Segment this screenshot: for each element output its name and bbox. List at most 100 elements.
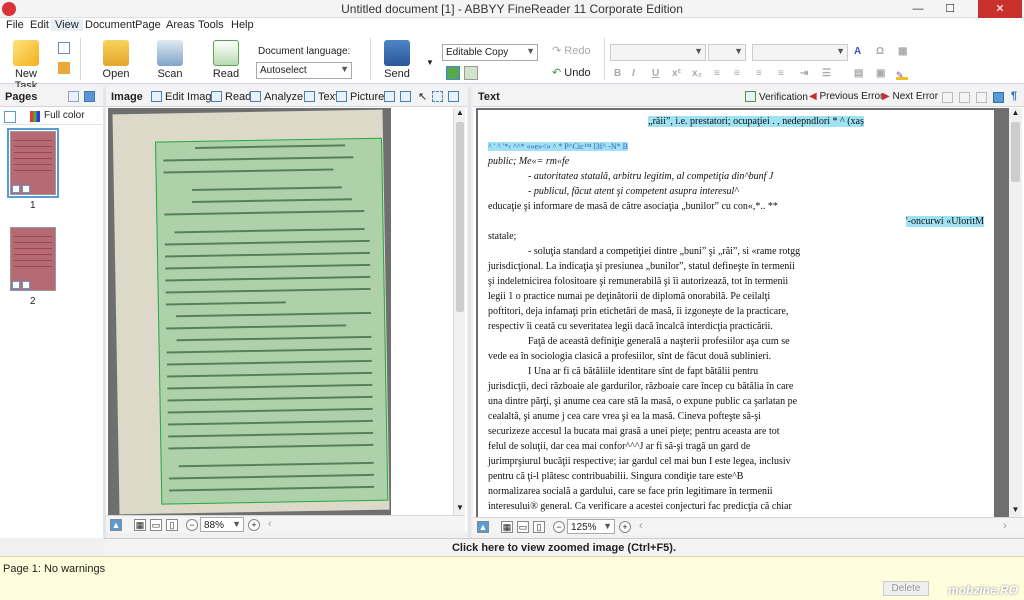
menu-page[interactable]: Page <box>131 19 165 31</box>
menu-help[interactable]: Help <box>227 19 258 31</box>
align-left-icon[interactable]: ≡ <box>714 68 720 79</box>
fit-area-icon[interactable] <box>448 91 459 102</box>
table-area-icon[interactable] <box>384 91 395 102</box>
menu-view[interactable]: View <box>51 19 83 31</box>
italic-icon[interactable]: I <box>632 68 635 79</box>
picture-area-button[interactable]: Picture <box>336 91 384 103</box>
recognized-text-page[interactable]: „răii”, i.e. prestatori; ocupaţiei . , n… <box>478 110 994 517</box>
save-format-select[interactable]: Editable Copy ▼ <box>442 44 538 61</box>
table-icon[interactable]: ▤ <box>854 68 863 79</box>
list-icon[interactable]: ☰ <box>822 68 831 79</box>
highlight-icon[interactable]: ✎ <box>896 70 908 80</box>
style-select[interactable]: ▼ <box>752 44 848 61</box>
minimize-button[interactable]: — <box>904 0 932 18</box>
menu-tools[interactable]: Tools <box>194 19 228 31</box>
pointer-icon[interactable]: ↖ <box>418 90 427 103</box>
indent-icon[interactable]: ⇥ <box>800 68 808 79</box>
analyze-button[interactable]: Analyze <box>250 91 303 103</box>
page-thumbnail-2[interactable] <box>10 227 56 291</box>
pilcrow-icon[interactable]: ¶ <box>1011 90 1017 102</box>
scroll-down-icon[interactable]: ▼ <box>1010 505 1021 517</box>
nav-up-icon[interactable]: ▲ <box>477 521 489 533</box>
justify-icon[interactable]: ≡ <box>778 68 784 79</box>
align-right-icon[interactable]: ≡ <box>756 68 762 79</box>
image-zoom-select[interactable]: 88% ▼ <box>200 517 244 532</box>
scroll-up-icon[interactable]: ▲ <box>455 108 465 120</box>
bold-icon[interactable]: B <box>614 68 621 79</box>
align-center-icon[interactable]: ≡ <box>734 68 740 79</box>
text-editor-view[interactable]: „răii”, i.e. prestatori; ocupaţiei . , n… <box>476 108 1009 517</box>
open-button[interactable]: Open <box>98 40 134 80</box>
fit-page-icon[interactable]: ▦ <box>501 521 513 533</box>
new-window-icon[interactable] <box>58 42 70 54</box>
zoomed-image-bar[interactable]: Click here to view zoomed image (Ctrl+F5… <box>104 538 1024 556</box>
layout-mode-2-icon[interactable] <box>464 66 478 80</box>
font-size-select[interactable]: ▼ <box>708 44 746 61</box>
barcode-area-icon[interactable] <box>400 91 411 102</box>
subscript-icon[interactable]: x₂ <box>692 68 702 79</box>
paste-icon[interactable] <box>976 92 987 103</box>
send-dropdown-icon[interactable]: ▼ <box>426 58 434 67</box>
scrollbar-thumb[interactable] <box>1011 122 1020 182</box>
insert-picture-icon[interactable]: ▦ <box>898 46 907 57</box>
close-button[interactable]: ✕ <box>978 0 1022 18</box>
zoom-out-icon[interactable]: − <box>553 521 565 533</box>
borders-icon[interactable]: ▣ <box>876 68 885 79</box>
fit-width-icon[interactable]: ▭ <box>150 519 162 531</box>
layout-mode-1-icon[interactable] <box>446 66 460 80</box>
image-canvas[interactable] <box>108 108 391 515</box>
verification-button[interactable]: Verification <box>745 91 808 103</box>
select-area-icon[interactable] <box>432 91 443 102</box>
text-area-button[interactable]: Text <box>304 91 338 103</box>
actual-size-icon[interactable]: ▯ <box>166 519 178 531</box>
text-scrollbar[interactable]: ▲ ▼ <box>1009 108 1022 517</box>
superscript-icon[interactable]: x² <box>672 68 681 79</box>
font-color-icon[interactable]: A <box>854 46 861 57</box>
new-task-button[interactable]: New Task <box>4 40 48 92</box>
scan-button[interactable]: Scan <box>152 40 188 80</box>
panel-splitter[interactable] <box>468 87 471 538</box>
text-recognition-area[interactable] <box>155 137 389 505</box>
underline-icon[interactable]: U <box>652 68 659 79</box>
color-mode-label[interactable]: Full color <box>44 110 85 121</box>
image-scrollbar[interactable]: ▲ ▼ <box>453 108 465 515</box>
omega-icon[interactable]: Ω <box>876 46 884 57</box>
scroll-up-icon[interactable]: ▲ <box>1010 108 1021 120</box>
scroll-left-icon[interactable]: ‹ <box>639 520 643 532</box>
page-view-mode-icon[interactable] <box>4 111 16 123</box>
zoom-in-icon[interactable]: + <box>248 519 260 531</box>
move-page-down-icon[interactable] <box>84 91 95 102</box>
send-button[interactable]: Send <box>380 40 414 80</box>
warnings-panel: Page 1: No warnings Delete mobzine.RO <box>0 556 1024 600</box>
scroll-down-icon[interactable]: ▼ <box>455 503 465 515</box>
scroll-right-icon[interactable]: › <box>1003 520 1007 532</box>
font-family-select[interactable]: ▼ <box>610 44 706 61</box>
redo-button[interactable]: ↷ Redo <box>552 44 591 57</box>
read-button[interactable]: Read <box>208 40 244 80</box>
text-zoom-select[interactable]: 125% ▼ <box>567 519 615 534</box>
undo-button[interactable]: ↶ Undo <box>552 66 591 79</box>
copy-icon[interactable] <box>959 92 970 103</box>
delete-button[interactable]: Delete <box>883 581 929 596</box>
page-thumbnail-1[interactable] <box>7 128 59 198</box>
read-area-button[interactable]: Read <box>211 91 251 103</box>
nav-up-icon[interactable]: ▲ <box>110 519 122 531</box>
next-error-button[interactable]: ▶ Next Error <box>882 91 938 102</box>
menu-edit[interactable]: Edit <box>26 19 53 31</box>
maximize-button[interactable]: ☐ <box>936 0 964 18</box>
task-icon[interactable] <box>58 62 70 74</box>
fit-width-icon[interactable]: ▭ <box>517 521 529 533</box>
document-language-select[interactable]: Autoselect ▼ <box>256 62 352 79</box>
menu-file[interactable]: File <box>2 19 28 31</box>
actual-size-icon[interactable]: ▯ <box>533 521 545 533</box>
move-page-up-icon[interactable] <box>68 91 79 102</box>
scroll-left-icon[interactable]: ‹ <box>268 518 272 530</box>
edit-image-button[interactable]: Edit Image <box>151 91 218 103</box>
show-formatting-icon[interactable] <box>993 92 1004 103</box>
zoom-in-icon[interactable]: + <box>619 521 631 533</box>
fit-page-icon[interactable]: ▦ <box>134 519 146 531</box>
scrollbar-thumb[interactable] <box>456 122 464 312</box>
previous-error-button[interactable]: ◀ Previous Error <box>809 91 883 102</box>
spell-check-icon[interactable] <box>942 92 953 103</box>
zoom-out-icon[interactable]: − <box>186 519 198 531</box>
